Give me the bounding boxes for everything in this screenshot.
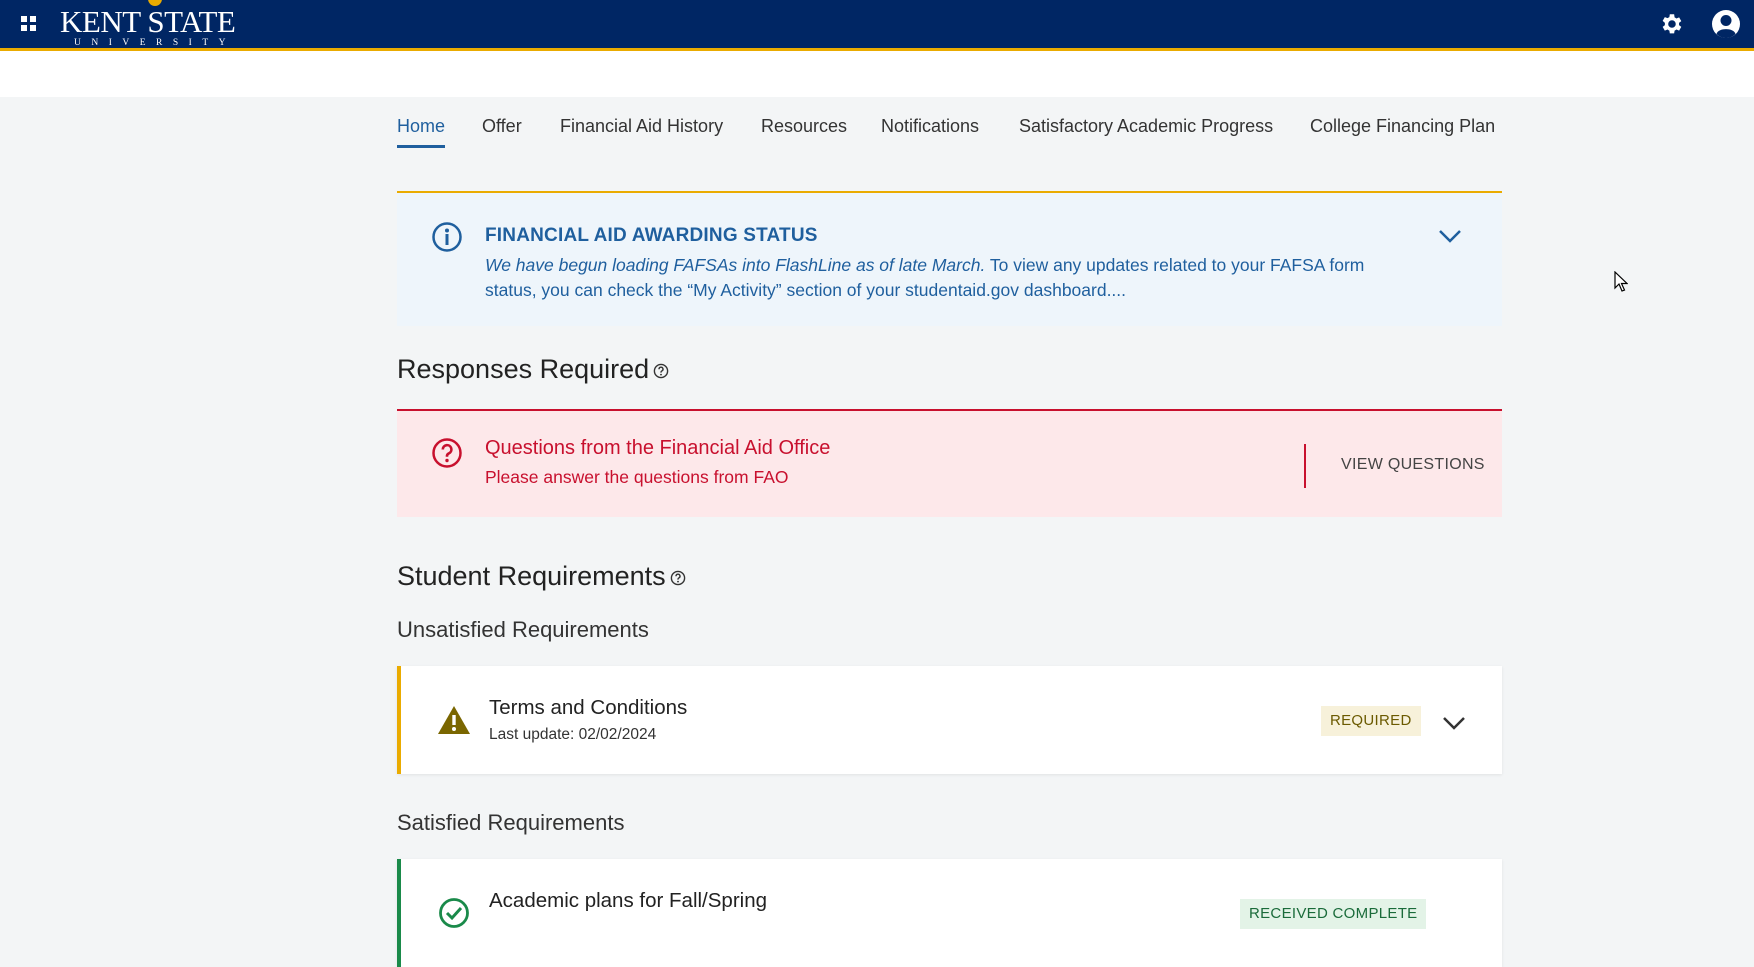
view-questions-button[interactable]: VIEW QUESTIONS: [1341, 456, 1485, 474]
vertical-divider: [1304, 444, 1306, 488]
user-icon[interactable]: [1711, 9, 1741, 39]
grid-icon[interactable]: [21, 16, 37, 32]
satisfied-requirements-title: Satisfied Requirements: [397, 810, 625, 835]
tab-satisfactory-academic-progress[interactable]: Satisfactory Academic Progress: [1019, 116, 1273, 145]
tab-financial-aid-history[interactable]: Financial Aid History: [560, 116, 723, 145]
check-circle-icon: [439, 898, 469, 928]
tab-college-financing-plan[interactable]: College Financing Plan: [1310, 116, 1495, 145]
logo-subtitle: UNIVERSITY: [74, 38, 236, 48]
chevron-down-icon[interactable]: [1437, 227, 1463, 245]
status-badge: REQUIRED: [1321, 706, 1421, 736]
responses-required-label: Responses Required: [397, 354, 650, 384]
awarding-status-banner: FINANCIAL AID AWARDING STATUS We have be…: [397, 191, 1502, 326]
requirement-card[interactable]: Academic plans for Fall/Spring RECEIVED …: [397, 859, 1502, 967]
banner-text-italic: We have begun loading FAFSAs into FlashL…: [485, 255, 986, 275]
responses-required-title: Responses Required: [397, 354, 669, 385]
requirement-title: Terms and Conditions: [489, 696, 688, 719]
banner-title: FINANCIAL AID AWARDING STATUS: [485, 225, 818, 246]
unsatisfied-requirements-title: Unsatisfied Requirements: [397, 617, 649, 642]
help-circle-icon[interactable]: [653, 363, 669, 379]
status-badge: RECEIVED COMPLETE: [1240, 899, 1427, 929]
fao-questions-title: Questions from the Financial Aid Office: [485, 437, 831, 459]
warning-icon: [438, 706, 470, 734]
info-icon: [432, 222, 462, 252]
logo-name: KENT STATE: [60, 4, 236, 39]
student-requirements-label: Student Requirements: [397, 561, 666, 591]
tab-offer[interactable]: Offer: [482, 116, 522, 145]
help-circle-icon[interactable]: [670, 570, 686, 586]
question-circle-icon: [432, 438, 462, 468]
banner-text: We have begun loading FAFSAs into FlashL…: [485, 253, 1415, 303]
mouse-cursor-icon: [1614, 271, 1628, 292]
responses-required-panel: Questions from the Financial Aid Office …: [397, 409, 1502, 517]
gear-icon[interactable]: [1658, 11, 1684, 37]
requirement-title: Academic plans for Fall/Spring: [489, 889, 768, 912]
chevron-down-icon[interactable]: [1441, 714, 1467, 732]
fao-questions-subtitle: Please answer the questions from FAO: [485, 467, 789, 487]
tab-notifications[interactable]: Notifications: [881, 116, 979, 145]
tab-resources[interactable]: Resources: [761, 116, 847, 145]
student-requirements-title: Student Requirements: [397, 561, 686, 592]
requirement-card[interactable]: Terms and Conditions Last update: 02/02/…: [397, 666, 1502, 774]
tab-home[interactable]: Home: [397, 116, 446, 148]
requirement-date: Last update: 02/02/2024: [489, 726, 657, 743]
top-header: KENT STATE UNIVERSITY: [0, 0, 1754, 51]
sub-header-bar: [0, 51, 1754, 97]
kent-state-logo[interactable]: KENT STATE UNIVERSITY: [60, 0, 250, 50]
